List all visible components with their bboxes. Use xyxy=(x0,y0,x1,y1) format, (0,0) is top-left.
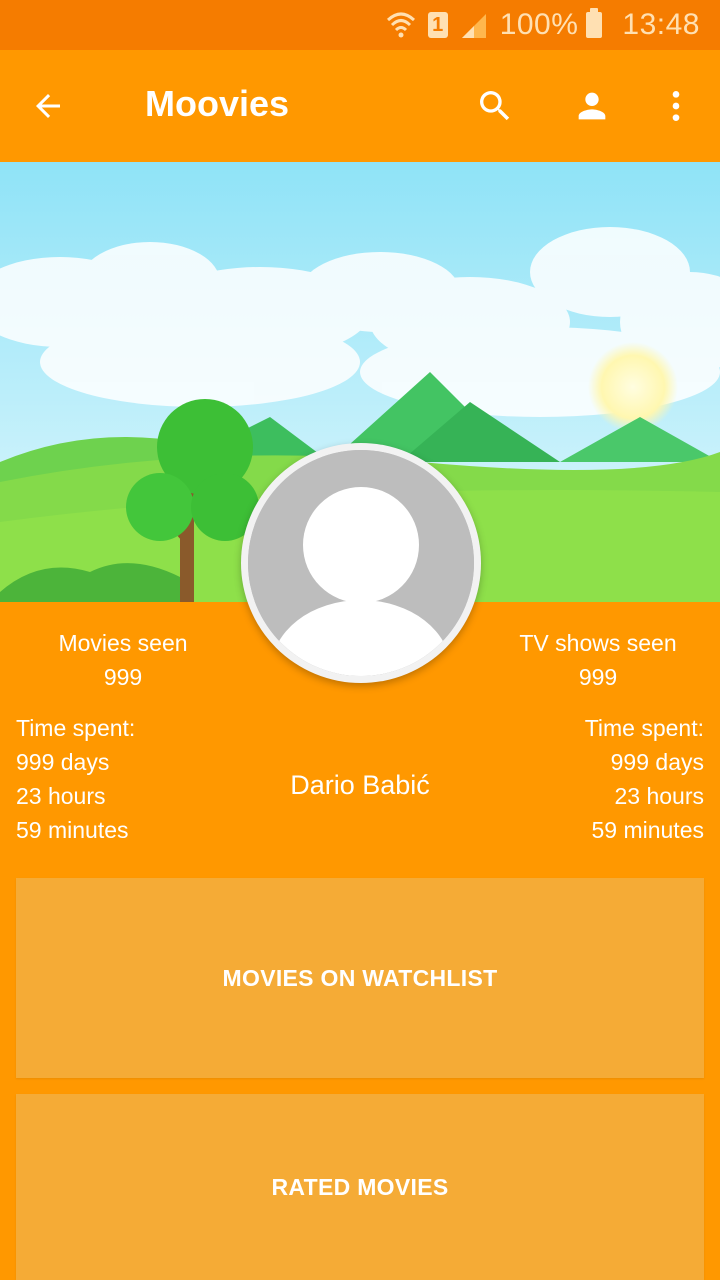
movies-on-watchlist-label: MOVIES ON WATCHLIST xyxy=(222,964,498,991)
back-arrow-icon[interactable] xyxy=(28,86,68,126)
sim-number: 1 xyxy=(427,12,448,38)
movies-seen-stat: Movies seen 999 xyxy=(30,626,216,694)
battery-icon xyxy=(586,8,603,38)
search-icon[interactable] xyxy=(475,86,515,126)
tv-time-label: Time spent: xyxy=(584,715,704,741)
account-icon[interactable] xyxy=(572,86,612,126)
sim-icon: 1 xyxy=(427,12,448,38)
avatar[interactable] xyxy=(241,443,481,683)
movies-time-minutes: 59 minutes xyxy=(16,817,129,843)
signal-icon xyxy=(460,12,488,38)
default-avatar-icon xyxy=(248,450,474,676)
tv-seen-label: TV shows seen xyxy=(519,630,677,656)
battery-percent: 100% xyxy=(499,8,579,41)
rated-movies-button[interactable]: RATED MOVIES xyxy=(16,1094,704,1280)
movies-seen-value: 999 xyxy=(103,664,143,690)
app-title: Moovies xyxy=(145,83,290,124)
status-bar: 1 100% 13:48 xyxy=(0,0,720,50)
movies-seen-label: Movies seen xyxy=(58,630,188,656)
tv-seen-stat: TV shows seen 999 xyxy=(496,626,700,694)
movies-time-label: Time spent: xyxy=(16,715,136,741)
user-name: Dario Babić xyxy=(290,770,430,800)
more-vert-icon[interactable] xyxy=(656,86,696,126)
tv-time-minutes: 59 minutes xyxy=(591,817,704,843)
movies-on-watchlist-button[interactable]: MOVIES ON WATCHLIST xyxy=(16,878,704,1078)
clock: 13:48 xyxy=(622,8,700,41)
app-bar: Moovies xyxy=(0,50,720,162)
tv-seen-value: 999 xyxy=(578,664,618,690)
rated-movies-label: RATED MOVIES xyxy=(271,1173,449,1200)
wifi-icon xyxy=(386,11,416,39)
